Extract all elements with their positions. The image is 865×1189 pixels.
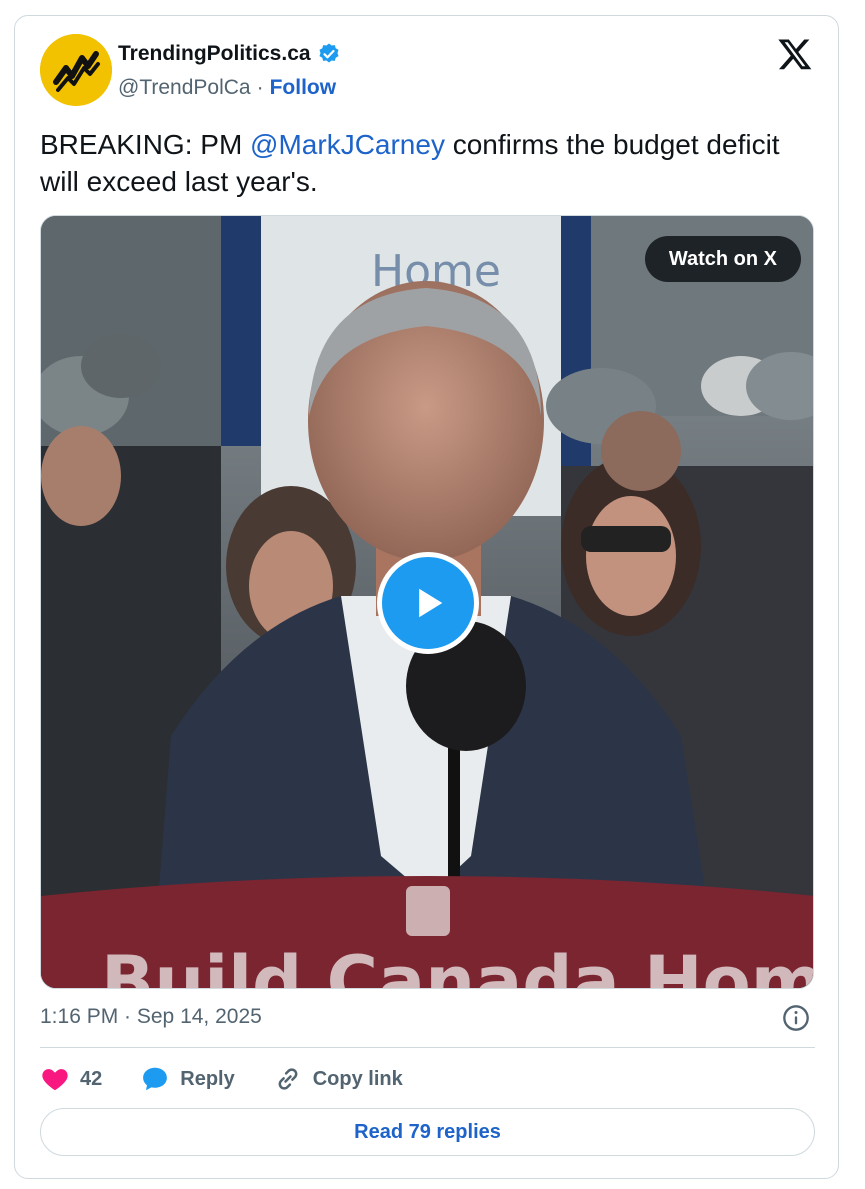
author-handle[interactable]: @TrendPolCa — [118, 76, 251, 100]
author-handle-row: @TrendPolCa · Follow — [118, 76, 336, 100]
link-icon — [278, 1068, 298, 1090]
mention-link[interactable]: @MarkJCarney — [250, 129, 445, 160]
tweet-text: BREAKING: PM @MarkJCarney confirms the b… — [40, 126, 825, 200]
watch-on-x-button[interactable]: Watch on X — [644, 236, 801, 282]
action-bar: 42 Reply Copy link — [40, 1064, 441, 1094]
trending-chart-logo-icon — [40, 34, 112, 106]
read-replies-button[interactable]: Read 79 replies — [40, 1108, 815, 1156]
like-action[interactable]: 42 — [40, 1064, 102, 1094]
play-icon — [419, 588, 443, 618]
author-avatar[interactable] — [40, 34, 112, 106]
tweet-text-prefix: BREAKING: PM — [40, 129, 251, 160]
author-name[interactable]: TrendingPolitics.ca — [118, 42, 311, 66]
x-logo-icon[interactable] — [777, 36, 813, 72]
tweet-timestamp[interactable]: 1:16 PM · Sep 14, 2025 — [40, 1005, 262, 1029]
play-button[interactable] — [377, 552, 479, 654]
verified-badge-icon — [319, 43, 339, 63]
copy-link-label: Copy link — [312, 1067, 403, 1090]
speech-bubble-icon — [143, 1067, 168, 1091]
follow-button[interactable]: Follow — [270, 76, 337, 100]
copy-link-action[interactable]: Copy link — [273, 1064, 403, 1094]
reply-action[interactable]: Reply — [140, 1064, 235, 1094]
svg-text:Build Canada Homes: Build Canada Homes — [101, 941, 814, 989]
like-count: 42 — [80, 1067, 103, 1090]
handle-separator: · — [256, 76, 264, 99]
info-icon[interactable] — [782, 1004, 810, 1032]
video-thumbnail[interactable]: Home Build Canada Ho Watch on X — [40, 215, 814, 989]
reply-label: Reply — [180, 1067, 235, 1090]
divider — [40, 1047, 815, 1048]
author-name-row: TrendingPolitics.ca — [118, 42, 341, 66]
heart-icon — [42, 1069, 68, 1091]
embedded-tweet-card: TrendingPolitics.ca @TrendPolCa · Follow… — [14, 15, 839, 1179]
